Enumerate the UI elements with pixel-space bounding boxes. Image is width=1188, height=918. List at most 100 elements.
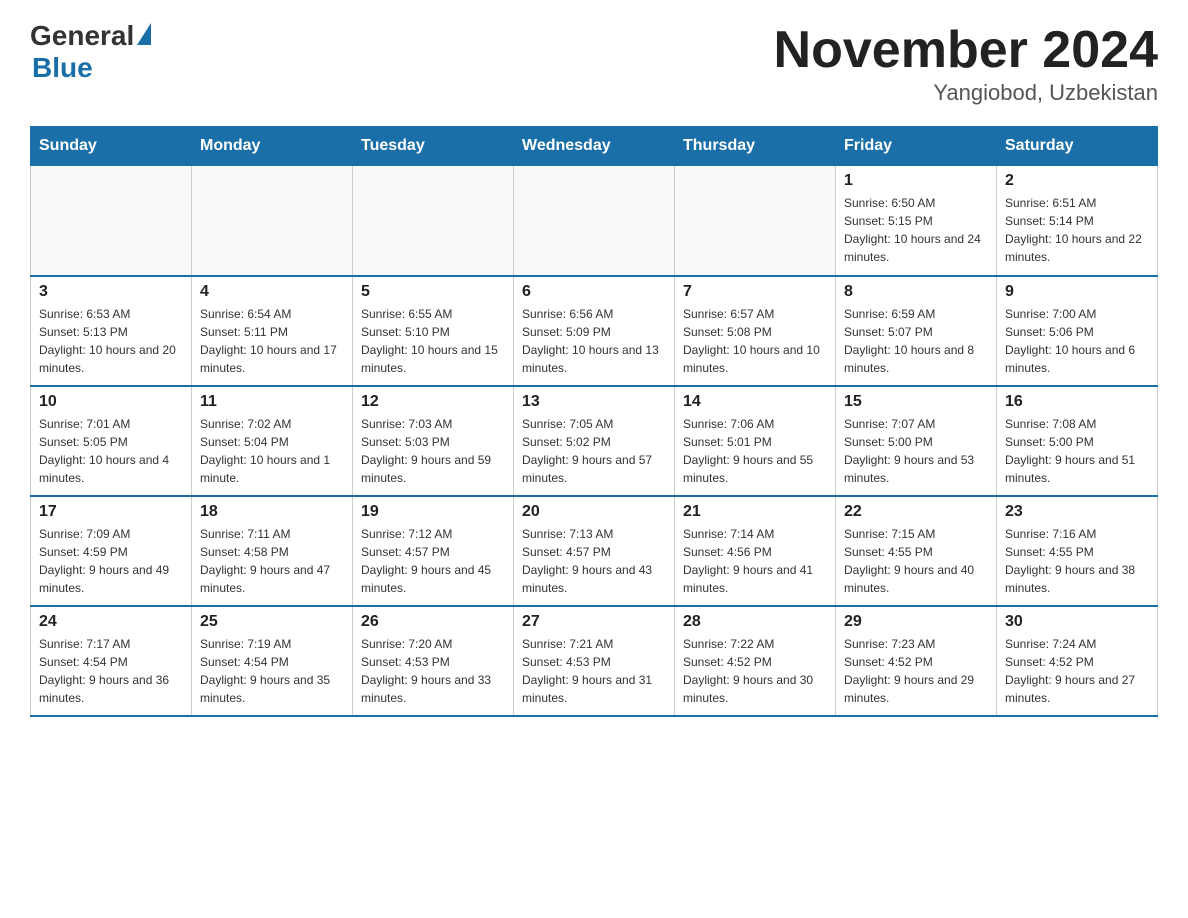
day-number: 19	[361, 503, 505, 521]
day-info: Sunrise: 7:15 AMSunset: 4:55 PMDaylight:…	[844, 525, 988, 597]
calendar-cell: 2 Sunrise: 6:51 AMSunset: 5:14 PMDaylight…	[997, 166, 1158, 276]
weekday-header-monday: Monday	[192, 127, 353, 166]
calendar-cell: 12 Sunrise: 7:03 AMSunset: 5:03 PMDayligh…	[353, 386, 514, 496]
calendar-cell: 21Sunrise: 7:14 AMSunset: 4:56 PMDayligh…	[675, 496, 836, 606]
day-number: 18	[200, 503, 344, 521]
weekday-header-friday: Friday	[836, 127, 997, 166]
logo-general-text: General	[30, 20, 134, 52]
day-number: 9	[1005, 283, 1149, 301]
week-row-4: 17 Sunrise: 7:09 AMSunset: 4:59 PMDayligh…	[31, 496, 1158, 606]
calendar-cell	[675, 166, 836, 276]
day-info: Sunrise: 7:11 AMSunset: 4:58 PMDaylight:…	[200, 525, 344, 597]
day-info: Sunrise: 7:17 AMSunset: 4:54 PMDaylight:…	[39, 635, 183, 707]
day-number: 16	[1005, 393, 1149, 411]
day-info: Sunrise: 7:19 AMSunset: 4:54 PMDaylight:…	[200, 635, 344, 707]
week-row-2: 3 Sunrise: 6:53 AMSunset: 5:13 PMDaylight…	[31, 276, 1158, 386]
weekday-header-sunday: Sunday	[31, 127, 192, 166]
day-info: Sunrise: 7:05 AMSunset: 5:02 PMDaylight:…	[522, 415, 666, 487]
day-info: Sunrise: 6:53 AMSunset: 5:13 PMDaylight:…	[39, 305, 183, 377]
day-info: Sunrise: 7:23 AMSunset: 4:52 PMDaylight:…	[844, 635, 988, 707]
day-number: 5	[361, 283, 505, 301]
day-info: Sunrise: 7:24 AMSunset: 4:52 PMDaylight:…	[1005, 635, 1149, 707]
weekday-header-wednesday: Wednesday	[514, 127, 675, 166]
location-text: Yangiobod, Uzbekistan	[774, 80, 1158, 106]
week-row-1: 1 Sunrise: 6:50 AMSunset: 5:15 PMDaylight…	[31, 166, 1158, 276]
day-info: Sunrise: 7:01 AMSunset: 5:05 PMDaylight:…	[39, 415, 183, 487]
week-row-5: 24 Sunrise: 7:17 AMSunset: 4:54 PMDayligh…	[31, 606, 1158, 716]
day-number: 7	[683, 283, 827, 301]
calendar-cell: 30 Sunrise: 7:24 AMSunset: 4:52 PMDayligh…	[997, 606, 1158, 716]
logo-blue-text: Blue	[32, 52, 93, 84]
day-number: 1	[844, 172, 988, 190]
day-number: 3	[39, 283, 183, 301]
day-number: 11	[200, 393, 344, 411]
calendar-cell: 16 Sunrise: 7:08 AMSunset: 5:00 PMDayligh…	[997, 386, 1158, 496]
calendar-cell: 20 Sunrise: 7:13 AMSunset: 4:57 PMDayligh…	[514, 496, 675, 606]
page-header: General Blue November 2024 Yangiobod, Uz…	[30, 20, 1158, 106]
day-number: 28	[683, 613, 827, 631]
calendar-cell: 6 Sunrise: 6:56 AMSunset: 5:09 PMDaylight…	[514, 276, 675, 386]
day-number: 17	[39, 503, 183, 521]
calendar-table: SundayMondayTuesdayWednesdayThursdayFrid…	[30, 126, 1158, 717]
day-info: Sunrise: 7:09 AMSunset: 4:59 PMDaylight:…	[39, 525, 183, 597]
day-info: Sunrise: 7:06 AMSunset: 5:01 PMDaylight:…	[683, 415, 827, 487]
day-info: Sunrise: 7:21 AMSunset: 4:53 PMDaylight:…	[522, 635, 666, 707]
calendar-cell: 24 Sunrise: 7:17 AMSunset: 4:54 PMDayligh…	[31, 606, 192, 716]
day-info: Sunrise: 7:02 AMSunset: 5:04 PMDaylight:…	[200, 415, 344, 487]
day-number: 23	[1005, 503, 1149, 521]
calendar-cell: 29Sunrise: 7:23 AMSunset: 4:52 PMDayligh…	[836, 606, 997, 716]
calendar-cell	[514, 166, 675, 276]
day-number: 4	[200, 283, 344, 301]
day-number: 30	[1005, 613, 1149, 631]
day-number: 13	[522, 393, 666, 411]
calendar-cell: 15Sunrise: 7:07 AMSunset: 5:00 PMDayligh…	[836, 386, 997, 496]
day-info: Sunrise: 6:56 AMSunset: 5:09 PMDaylight:…	[522, 305, 666, 377]
calendar-cell: 9 Sunrise: 7:00 AMSunset: 5:06 PMDaylight…	[997, 276, 1158, 386]
day-info: Sunrise: 7:08 AMSunset: 5:00 PMDaylight:…	[1005, 415, 1149, 487]
calendar-cell: 8Sunrise: 6:59 AMSunset: 5:07 PMDaylight…	[836, 276, 997, 386]
calendar-cell: 22 Sunrise: 7:15 AMSunset: 4:55 PMDayligh…	[836, 496, 997, 606]
calendar-cell: 26Sunrise: 7:20 AMSunset: 4:53 PMDayligh…	[353, 606, 514, 716]
day-number: 2	[1005, 172, 1149, 190]
day-info: Sunrise: 6:51 AMSunset: 5:14 PMDaylight:…	[1005, 194, 1149, 266]
logo: General Blue	[30, 20, 151, 84]
day-number: 27	[522, 613, 666, 631]
day-info: Sunrise: 7:16 AMSunset: 4:55 PMDaylight:…	[1005, 525, 1149, 597]
day-number: 24	[39, 613, 183, 631]
day-info: Sunrise: 6:50 AMSunset: 5:15 PMDaylight:…	[844, 194, 988, 266]
logo-triangle-icon	[137, 23, 151, 45]
calendar-cell: 17 Sunrise: 7:09 AMSunset: 4:59 PMDayligh…	[31, 496, 192, 606]
calendar-cell: 4 Sunrise: 6:54 AMSunset: 5:11 PMDaylight…	[192, 276, 353, 386]
day-number: 20	[522, 503, 666, 521]
day-info: Sunrise: 6:59 AMSunset: 5:07 PMDaylight:…	[844, 305, 988, 377]
day-info: Sunrise: 7:20 AMSunset: 4:53 PMDaylight:…	[361, 635, 505, 707]
day-info: Sunrise: 7:13 AMSunset: 4:57 PMDaylight:…	[522, 525, 666, 597]
calendar-cell: 28Sunrise: 7:22 AMSunset: 4:52 PMDayligh…	[675, 606, 836, 716]
week-row-3: 10Sunrise: 7:01 AMSunset: 5:05 PMDayligh…	[31, 386, 1158, 496]
calendar-cell: 7Sunrise: 6:57 AMSunset: 5:08 PMDaylight…	[675, 276, 836, 386]
calendar-cell: 13 Sunrise: 7:05 AMSunset: 5:02 PMDayligh…	[514, 386, 675, 496]
calendar-cell: 18 Sunrise: 7:11 AMSunset: 4:58 PMDayligh…	[192, 496, 353, 606]
calendar-cell	[31, 166, 192, 276]
day-number: 22	[844, 503, 988, 521]
calendar-cell: 3 Sunrise: 6:53 AMSunset: 5:13 PMDaylight…	[31, 276, 192, 386]
day-number: 6	[522, 283, 666, 301]
day-info: Sunrise: 6:55 AMSunset: 5:10 PMDaylight:…	[361, 305, 505, 377]
day-info: Sunrise: 7:03 AMSunset: 5:03 PMDaylight:…	[361, 415, 505, 487]
day-info: Sunrise: 6:54 AMSunset: 5:11 PMDaylight:…	[200, 305, 344, 377]
day-info: Sunrise: 7:07 AMSunset: 5:00 PMDaylight:…	[844, 415, 988, 487]
weekday-header-row: SundayMondayTuesdayWednesdayThursdayFrid…	[31, 127, 1158, 166]
day-number: 21	[683, 503, 827, 521]
calendar-cell: 23 Sunrise: 7:16 AMSunset: 4:55 PMDayligh…	[997, 496, 1158, 606]
day-info: Sunrise: 7:00 AMSunset: 5:06 PMDaylight:…	[1005, 305, 1149, 377]
calendar-cell: 19Sunrise: 7:12 AMSunset: 4:57 PMDayligh…	[353, 496, 514, 606]
weekday-header-saturday: Saturday	[997, 127, 1158, 166]
day-number: 14	[683, 393, 827, 411]
calendar-cell	[192, 166, 353, 276]
calendar-cell: 5 Sunrise: 6:55 AMSunset: 5:10 PMDaylight…	[353, 276, 514, 386]
calendar-cell	[353, 166, 514, 276]
calendar-cell: 11 Sunrise: 7:02 AMSunset: 5:04 PMDayligh…	[192, 386, 353, 496]
day-number: 25	[200, 613, 344, 631]
day-number: 12	[361, 393, 505, 411]
weekday-header-tuesday: Tuesday	[353, 127, 514, 166]
